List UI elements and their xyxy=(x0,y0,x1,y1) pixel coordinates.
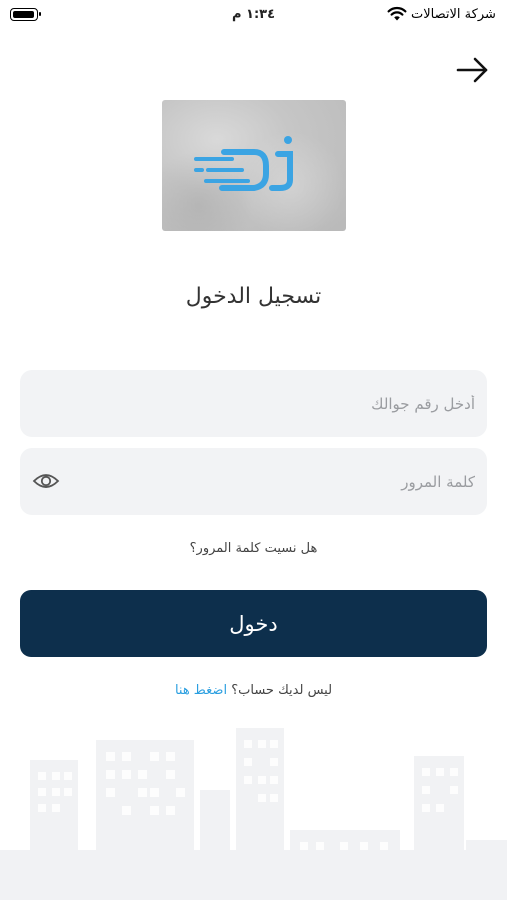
back-arrow-icon[interactable] xyxy=(454,55,490,85)
carrier-name: شركة الاتصالات xyxy=(411,7,496,22)
page-title: تسجيل الدخول xyxy=(185,284,322,309)
city-skyline-illustration xyxy=(0,728,507,900)
phone-input[interactable] xyxy=(90,370,477,437)
signup-row: ليس لديك حساب؟ اضغط هنا xyxy=(0,683,507,698)
phone-field[interactable] xyxy=(20,370,487,437)
password-field[interactable] xyxy=(20,448,487,515)
app-logo xyxy=(162,100,346,231)
signup-prompt: ليس لديك حساب؟ xyxy=(231,683,333,698)
login-button[interactable]: دخول xyxy=(20,590,487,657)
password-input[interactable] xyxy=(90,448,477,515)
status-bar: ١:٣٤ م شركة الاتصالات xyxy=(0,0,507,30)
signup-link[interactable]: اضغط هنا xyxy=(175,683,227,698)
wifi-icon xyxy=(387,6,407,21)
eye-icon[interactable] xyxy=(32,470,60,492)
forgot-password-link[interactable]: هل نسيت كلمة المرور؟ xyxy=(0,541,507,556)
